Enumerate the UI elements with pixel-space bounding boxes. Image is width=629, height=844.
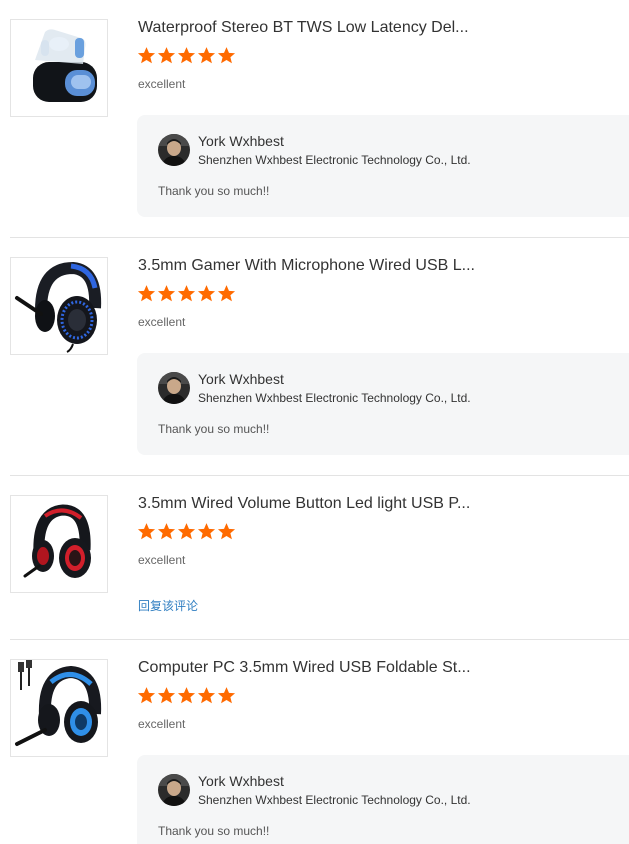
gaming-headset-blue-image bbox=[11, 258, 107, 354]
seller-reply: York Wxhbest Shenzhen Wxhbest Electronic… bbox=[137, 353, 629, 455]
review-feed: Waterproof Stereo BT TWS Low Latency Del… bbox=[0, 0, 629, 844]
seller-company: Shenzhen Wxhbest Electronic Technology C… bbox=[198, 391, 471, 405]
review-item: 3.5mm Wired Volume Button Led light USB … bbox=[0, 495, 629, 625]
reply-text: Thank you so much!! bbox=[158, 824, 270, 838]
avatar bbox=[158, 774, 190, 806]
review-text: excellent bbox=[138, 315, 186, 329]
star-icon bbox=[217, 686, 236, 705]
rating-stars bbox=[137, 686, 236, 705]
divider bbox=[10, 237, 629, 238]
seller-name: York Wxhbest bbox=[198, 371, 284, 387]
star-icon bbox=[177, 522, 196, 541]
review-text: excellent bbox=[138, 553, 186, 567]
earbuds-case-image bbox=[11, 20, 107, 116]
reply-to-review-link[interactable]: 回复该评论 bbox=[138, 599, 198, 613]
star-icon bbox=[137, 46, 156, 65]
star-icon bbox=[137, 284, 156, 303]
star-icon bbox=[137, 522, 156, 541]
seller-avatar-image bbox=[158, 372, 190, 404]
star-icon bbox=[197, 284, 216, 303]
seller-reply: York Wxhbest Shenzhen Wxhbest Electronic… bbox=[137, 115, 629, 217]
star-icon bbox=[177, 46, 196, 65]
star-icon bbox=[177, 284, 196, 303]
seller-reply: York Wxhbest Shenzhen Wxhbest Electronic… bbox=[137, 755, 629, 844]
review-item: 3.5mm Gamer With Microphone Wired USB L.… bbox=[0, 257, 629, 457]
review-item: Computer PC 3.5mm Wired USB Foldable St.… bbox=[0, 659, 629, 844]
rating-stars bbox=[137, 522, 236, 541]
divider bbox=[10, 475, 629, 476]
product-thumbnail[interactable] bbox=[10, 19, 108, 117]
star-icon bbox=[197, 522, 216, 541]
reply-text: Thank you so much!! bbox=[158, 422, 270, 436]
star-icon bbox=[217, 522, 236, 541]
seller-name: York Wxhbest bbox=[198, 773, 284, 789]
star-icon bbox=[217, 284, 236, 303]
star-icon bbox=[197, 686, 216, 705]
review-text: excellent bbox=[138, 77, 186, 91]
star-icon bbox=[157, 686, 176, 705]
review-text: excellent bbox=[138, 717, 186, 731]
star-icon bbox=[177, 686, 196, 705]
product-title[interactable]: 3.5mm Gamer With Microphone Wired USB L.… bbox=[138, 257, 475, 275]
product-thumbnail[interactable] bbox=[10, 659, 108, 757]
seller-company: Shenzhen Wxhbest Electronic Technology C… bbox=[198, 153, 471, 167]
gaming-headset-red-image bbox=[11, 496, 107, 592]
product-title[interactable]: Computer PC 3.5mm Wired USB Foldable St.… bbox=[138, 659, 471, 677]
seller-company: Shenzhen Wxhbest Electronic Technology C… bbox=[198, 793, 471, 807]
avatar bbox=[158, 372, 190, 404]
seller-avatar-image bbox=[158, 774, 190, 806]
product-title[interactable]: 3.5mm Wired Volume Button Led light USB … bbox=[138, 495, 470, 513]
avatar bbox=[158, 134, 190, 166]
product-title[interactable]: Waterproof Stereo BT TWS Low Latency Del… bbox=[138, 19, 469, 37]
gaming-headset-blue-led-image bbox=[11, 660, 107, 756]
rating-stars bbox=[137, 46, 236, 65]
seller-name: York Wxhbest bbox=[198, 133, 284, 149]
star-icon bbox=[157, 284, 176, 303]
reply-text: Thank you so much!! bbox=[158, 184, 270, 198]
seller-avatar-image bbox=[158, 134, 190, 166]
star-icon bbox=[157, 46, 176, 65]
star-icon bbox=[157, 522, 176, 541]
divider bbox=[10, 639, 629, 640]
star-icon bbox=[197, 46, 216, 65]
star-icon bbox=[137, 686, 156, 705]
star-icon bbox=[217, 46, 236, 65]
product-thumbnail[interactable] bbox=[10, 495, 108, 593]
rating-stars bbox=[137, 284, 236, 303]
product-thumbnail[interactable] bbox=[10, 257, 108, 355]
review-item: Waterproof Stereo BT TWS Low Latency Del… bbox=[0, 19, 629, 219]
